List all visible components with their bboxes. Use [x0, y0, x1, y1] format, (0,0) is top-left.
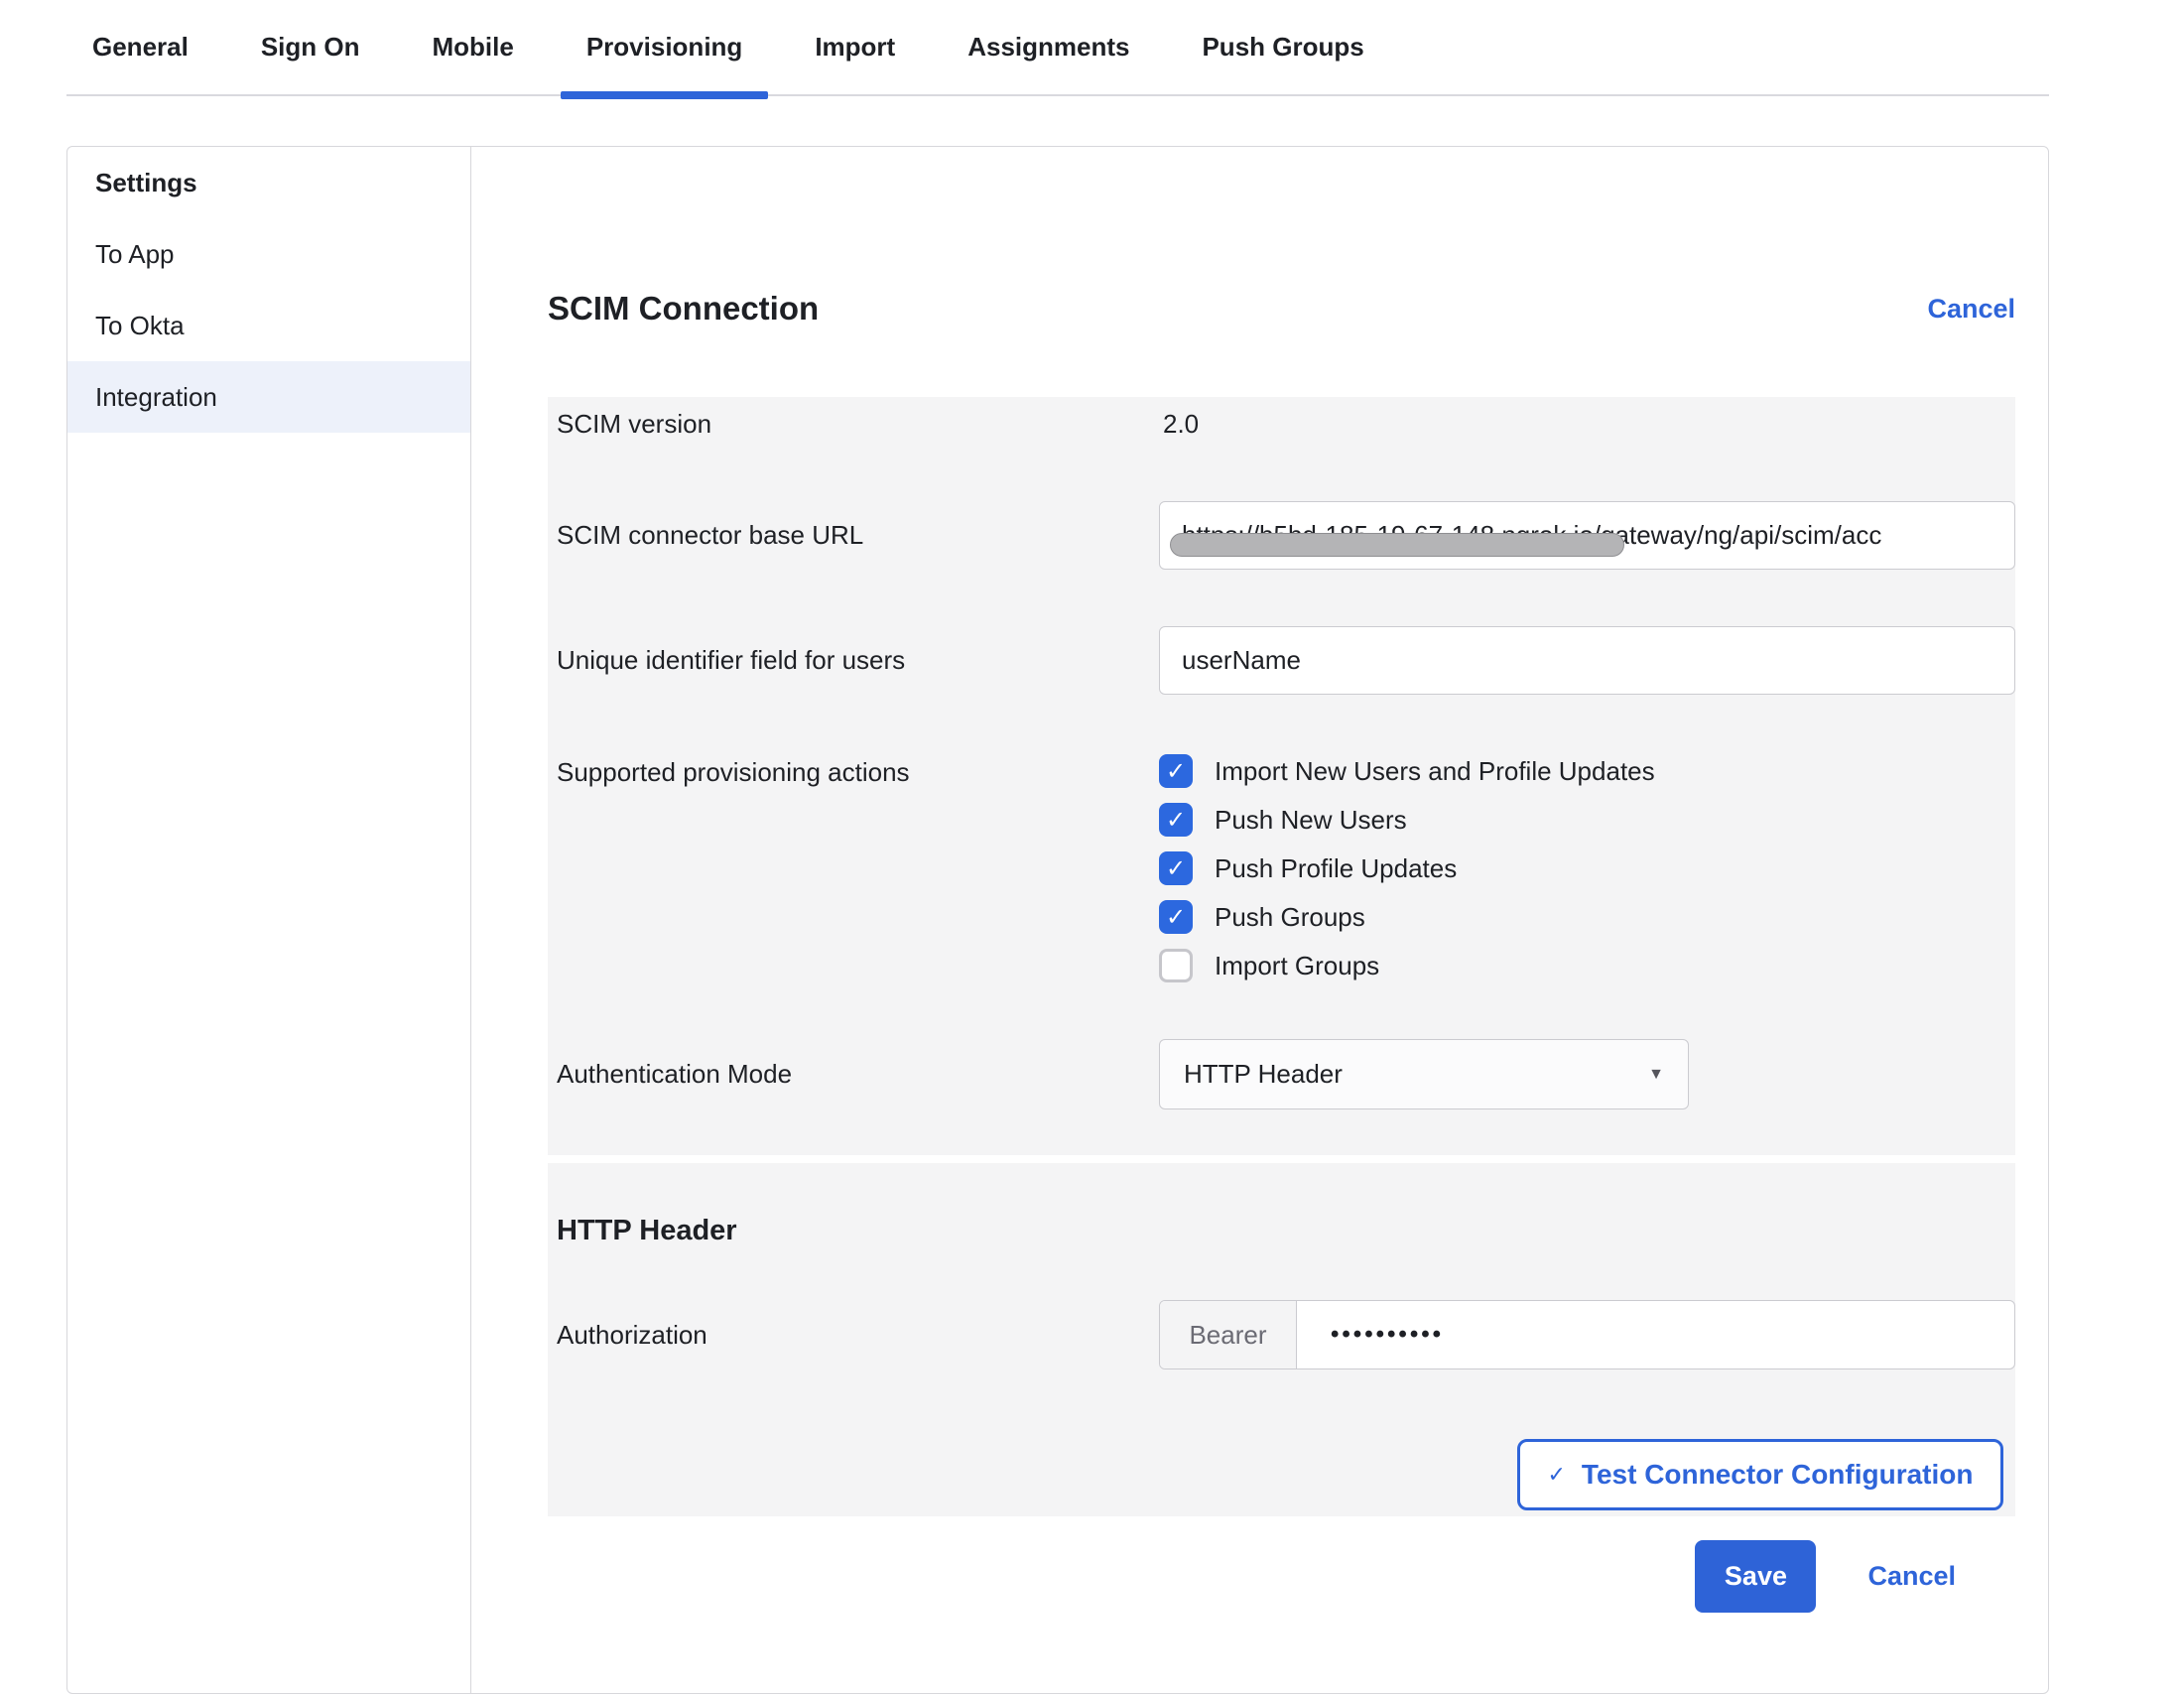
content-header: SCIM Connection Cancel	[548, 288, 2015, 329]
unique-id-value: userName	[1182, 645, 1301, 676]
unique-id-label: Unique identifier field for users	[557, 645, 1159, 676]
tab-push-groups[interactable]: Push Groups	[1176, 0, 1389, 94]
authorization-row: Authorization Bearer ••••••••••	[557, 1300, 2015, 1369]
auth-mode-label: Authentication Mode	[557, 1059, 1159, 1090]
checkbox-row-import-groups[interactable]: Import Groups	[1159, 949, 2015, 982]
url-redaction-bar	[1170, 533, 1624, 557]
provisioning-panel: Settings To App To Okta Integration SCIM…	[66, 146, 2049, 1694]
authorization-label: Authorization	[557, 1320, 1159, 1351]
checkbox-label: Push Profile Updates	[1215, 853, 1457, 884]
checkbox-checked-icon[interactable]: ✓	[1159, 803, 1193, 837]
test-connector-button-label: Test Connector Configuration	[1582, 1459, 1974, 1491]
tab-sign-on[interactable]: Sign On	[235, 0, 386, 94]
app-tab-bar: General Sign On Mobile Provisioning Impo…	[66, 0, 2049, 96]
provisioning-actions-label: Supported provisioning actions	[557, 754, 1159, 788]
auth-mode-selected-value: HTTP Header	[1184, 1059, 1343, 1090]
tab-mobile[interactable]: Mobile	[407, 0, 540, 94]
checkbox-label: Import New Users and Profile Updates	[1215, 756, 1655, 787]
tab-import[interactable]: Import	[789, 0, 921, 94]
tab-general[interactable]: General	[66, 0, 214, 94]
checkbox-label: Import Groups	[1215, 951, 1379, 981]
checkbox-checked-icon[interactable]: ✓	[1159, 851, 1193, 885]
auth-mode-select[interactable]: HTTP Header ▼	[1159, 1039, 1689, 1109]
scim-settings-card: SCIM version 2.0 SCIM connector base URL…	[548, 397, 2015, 1155]
scim-version-value: 2.0	[1159, 409, 2015, 440]
provisioning-actions-row: Supported provisioning actions ✓ Import …	[557, 754, 2015, 982]
sidebar-item-to-okta[interactable]: To Okta	[67, 290, 470, 361]
tab-assignments[interactable]: Assignments	[942, 0, 1155, 94]
settings-sidebar: Settings To App To Okta Integration	[67, 147, 471, 1693]
checkbox-row-import-new-users[interactable]: ✓ Import New Users and Profile Updates	[1159, 754, 2015, 788]
footer-actions: Save Cancel	[548, 1540, 2015, 1613]
sidebar-item-integration[interactable]: Integration	[67, 361, 470, 433]
checkbox-checked-icon[interactable]: ✓	[1159, 754, 1193, 788]
checkbox-label: Push New Users	[1215, 805, 1407, 836]
sidebar-item-to-app[interactable]: To App	[67, 218, 470, 290]
main-content: SCIM Connection Cancel SCIM version 2.0 …	[471, 147, 2048, 1693]
page-title: SCIM Connection	[548, 288, 819, 329]
checkbox-unchecked-icon[interactable]	[1159, 949, 1193, 982]
base-url-input[interactable]: https://b5bd-185-19-67-148.ngrok.io/gate…	[1159, 501, 2015, 570]
checkbox-checked-icon[interactable]: ✓	[1159, 900, 1193, 934]
check-icon: ✓	[1547, 1462, 1565, 1488]
base-url-label: SCIM connector base URL	[557, 520, 1159, 551]
provisioning-actions-list: ✓ Import New Users and Profile Updates ✓…	[1159, 754, 2015, 982]
checkbox-row-push-new-users[interactable]: ✓ Push New Users	[1159, 803, 2015, 837]
base-url-row: SCIM connector base URL https://b5bd-185…	[557, 501, 2015, 570]
checkbox-row-push-groups[interactable]: ✓ Push Groups	[1159, 900, 2015, 934]
unique-id-input[interactable]: userName	[1159, 626, 2015, 695]
http-header-card: HTTP Header Authorization Bearer •••••••…	[548, 1163, 2015, 1516]
http-header-section-title: HTTP Header	[557, 1213, 2015, 1248]
sidebar-heading-settings: Settings	[67, 147, 470, 218]
checkbox-row-push-profile-updates[interactable]: ✓ Push Profile Updates	[1159, 851, 2015, 885]
save-button[interactable]: Save	[1695, 1540, 1816, 1613]
cancel-link-top[interactable]: Cancel	[1927, 294, 2015, 325]
scim-version-row: SCIM version 2.0	[557, 409, 2015, 440]
scim-version-label: SCIM version	[557, 409, 1159, 440]
checkbox-label: Push Groups	[1215, 902, 1365, 933]
bearer-token-input[interactable]: ••••••••••	[1297, 1301, 2014, 1368]
bearer-prefix: Bearer	[1160, 1301, 1297, 1368]
chevron-down-icon: ▼	[1648, 1066, 1664, 1084]
tab-provisioning[interactable]: Provisioning	[561, 0, 768, 94]
test-connector-row: ✓ Test Connector Configuration	[557, 1439, 2015, 1510]
authorization-input-group: Bearer ••••••••••	[1159, 1300, 2015, 1369]
test-connector-configuration-button[interactable]: ✓ Test Connector Configuration	[1517, 1439, 2003, 1510]
auth-mode-row: Authentication Mode HTTP Header ▼	[557, 1039, 2015, 1109]
unique-id-row: Unique identifier field for users userNa…	[557, 626, 2015, 695]
cancel-link-bottom[interactable]: Cancel	[1867, 1561, 1956, 1592]
